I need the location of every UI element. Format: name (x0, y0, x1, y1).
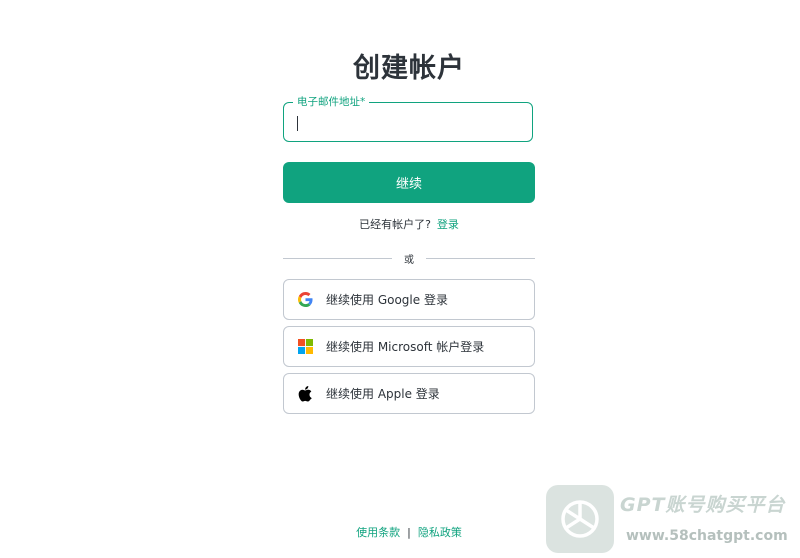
footer-separator: | (407, 526, 411, 539)
google-icon (297, 292, 313, 308)
microsoft-icon (297, 339, 313, 355)
login-link[interactable]: 登录 (437, 218, 459, 231)
google-login-button[interactable]: 继续使用 Google 登录 (283, 279, 535, 320)
watermark-logo-icon (546, 485, 614, 553)
privacy-link[interactable]: 隐私政策 (418, 526, 462, 539)
apple-login-label: 继续使用 Apple 登录 (326, 387, 440, 401)
email-field-container: 电子邮件地址* (283, 95, 533, 142)
divider-line-left (283, 257, 392, 259)
email-field-label: 电子邮件地址* (293, 95, 370, 109)
apple-icon (297, 385, 313, 402)
divider-line-right (426, 257, 535, 259)
continue-button[interactable]: 继续 (283, 162, 535, 203)
email-field[interactable] (294, 109, 526, 137)
terms-link[interactable]: 使用条款 (356, 526, 400, 539)
text-cursor (297, 116, 298, 131)
login-prompt: 已经有帐户了? 登录 (283, 216, 535, 232)
microsoft-login-button[interactable]: 继续使用 Microsoft 帐户登录 (283, 326, 535, 367)
or-divider: 或 (283, 251, 535, 266)
footer-links: 使用条款 | 隐私政策 (283, 524, 535, 540)
watermark-title: GPT账号购买平台 (620, 494, 786, 516)
microsoft-login-label: 继续使用 Microsoft 帐户登录 (326, 340, 485, 354)
google-login-label: 继续使用 Google 登录 (326, 293, 448, 307)
page-title: 创建帐户 (353, 53, 465, 84)
watermark-url: www.58chatgpt.com (626, 528, 788, 544)
login-prompt-text: 已经有帐户了? (359, 218, 431, 231)
apple-login-button[interactable]: 继续使用 Apple 登录 (283, 373, 535, 414)
divider-text: 或 (404, 254, 414, 266)
